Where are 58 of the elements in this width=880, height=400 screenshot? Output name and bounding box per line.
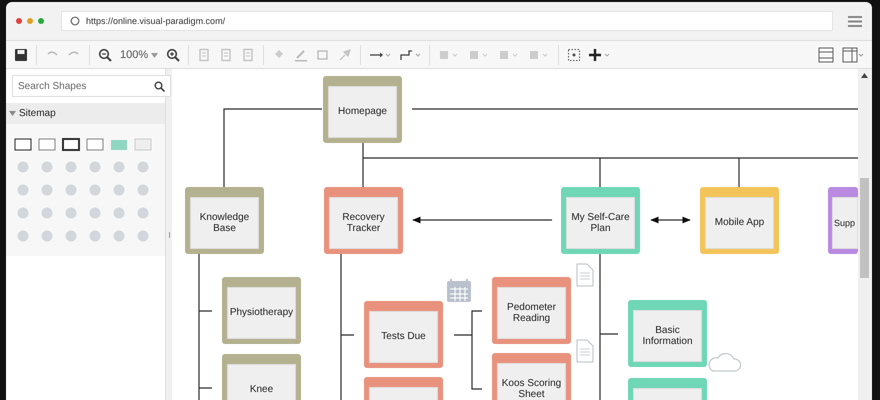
section-header[interactable]: Sitemap <box>6 103 165 124</box>
search-icon[interactable] <box>154 81 165 92</box>
caret-icon <box>9 110 16 117</box>
document-icon[interactable] <box>197 48 212 62</box>
node-label: Homepage <box>338 106 387 118</box>
page-node[interactable]: Basic Information <box>628 300 707 367</box>
node-label: Pedometer Reading <box>506 302 557 324</box>
save-icon[interactable] <box>14 48 28 62</box>
scroll-up-icon[interactable] <box>860 73 868 78</box>
page-node[interactable]: Recovery Tracker <box>324 187 403 254</box>
node-label: Tests Due <box>381 331 426 343</box>
document-icon <box>576 340 594 362</box>
layout-icon[interactable] <box>818 46 834 62</box>
page-node[interactable]: Knee <box>222 354 301 400</box>
cloud-icon <box>708 352 742 372</box>
minimize-dot[interactable] <box>27 18 33 24</box>
page-node[interactable]: Homepage <box>323 76 402 143</box>
scrollbar-thumb[interactable] <box>860 178 868 278</box>
pencil-icon[interactable] <box>294 48 308 62</box>
node-label: Supp <box>834 218 856 228</box>
calendar-icon <box>447 278 471 302</box>
square-icon[interactable] <box>316 48 330 62</box>
plus-icon[interactable] <box>589 48 612 62</box>
node-label: My Self-Care Plan <box>570 212 631 234</box>
zoom-dropdown[interactable]: 100% <box>120 48 158 60</box>
reload-icon[interactable] <box>70 16 80 26</box>
document-icon[interactable] <box>219 48 234 62</box>
elbow-connector-icon[interactable] <box>399 48 422 62</box>
node-label: Knee <box>250 384 274 396</box>
node-label: Mobile App <box>714 217 764 229</box>
panel-icon[interactable] <box>842 46 864 62</box>
page-node[interactable]: Tests Due <box>364 301 443 368</box>
shape-icon[interactable] <box>62 136 80 152</box>
page-node[interactable]: Mobile App <box>700 187 779 254</box>
close-dot[interactable] <box>16 18 22 24</box>
maximize-dot[interactable] <box>38 18 44 24</box>
section-title: Sitemap <box>19 108 56 119</box>
double-arrow <box>650 216 691 224</box>
zoom-in-icon[interactable] <box>166 48 180 62</box>
page-node[interactable]: Supp <box>828 187 858 254</box>
node-label: Knowledge Base <box>198 212 250 234</box>
zoom-out-icon[interactable] <box>98 48 112 62</box>
select-all-icon[interactable] <box>567 48 582 62</box>
node-label: Physiotherapy <box>230 307 294 319</box>
page-node[interactable]: Koos Scoring Sheet <box>492 353 571 400</box>
node-label: Koos Scoring Sheet <box>500 378 562 400</box>
search-field[interactable]: Search Shapes <box>12 75 171 97</box>
node-label: Recovery Tracker <box>341 212 386 234</box>
node-label: Basic Information <box>641 324 694 348</box>
caret-icon <box>151 52 158 58</box>
document-icon <box>576 264 594 286</box>
page-node[interactable]: Knowledge Base <box>185 187 264 254</box>
menu-icon[interactable] <box>848 16 862 26</box>
shape-icon[interactable] <box>14 136 32 152</box>
page-node[interactable]: Pedometer Reading <box>492 277 571 344</box>
page-node[interactable]: Physiotherapy <box>222 277 301 344</box>
address-bar[interactable]: https://online.visual-paradigm.com/ <box>61 11 833 31</box>
page-node[interactable]: My Self-Care Plan <box>561 187 640 254</box>
